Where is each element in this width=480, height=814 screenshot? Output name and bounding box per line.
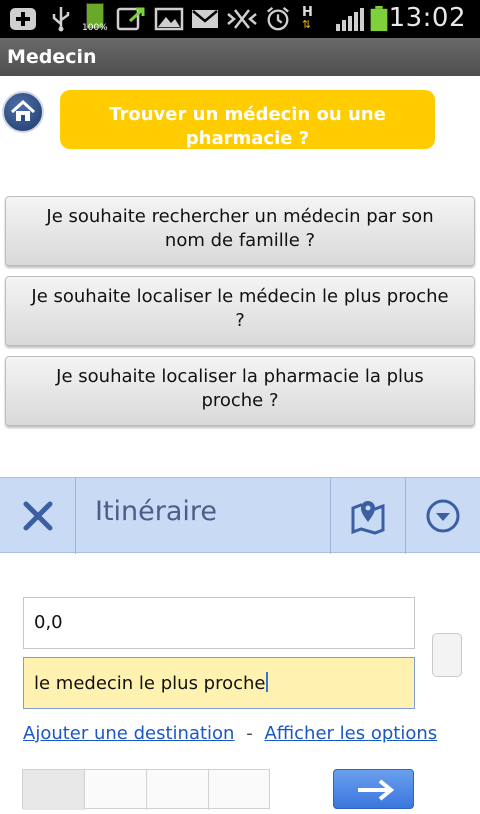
itinerary-bar: Itinéraire (0, 477, 480, 554)
origin-field[interactable]: 0,0 (23, 597, 415, 649)
travel-mode-walk[interactable] (147, 770, 209, 810)
links-separator: - (246, 723, 253, 744)
travel-mode-transit[interactable] (85, 770, 147, 810)
network-h-icon: H ⇅ (302, 6, 320, 32)
add-destination-link[interactable]: Ajouter une destination (23, 723, 234, 744)
travel-mode-bike[interactable] (209, 770, 271, 810)
map-pin-icon (351, 501, 385, 535)
close-button[interactable] (0, 478, 75, 554)
find-doctor-button[interactable]: Trouver un médecin ou une pharmacie ? (60, 90, 435, 149)
itinerary-title: Itinéraire (95, 496, 218, 527)
alarm-icon (267, 6, 289, 31)
status-bar: 100% H ⇅ 13:02 (0, 0, 480, 38)
separator (75, 478, 76, 554)
destination-value: le medecin le plus proche (34, 673, 266, 694)
arrow-right-icon (358, 779, 395, 801)
itinerary-links: Ajouter une destination - Afficher les o… (23, 723, 437, 744)
home-icon (10, 99, 36, 121)
add-icon (10, 8, 36, 30)
clock: 13:02 (388, 3, 466, 33)
show-options-link[interactable]: Afficher les options (264, 723, 437, 744)
vibrate-icon (227, 9, 257, 29)
battery-full-icon: 100% (82, 3, 108, 33)
nearest-doctor-button[interactable]: Je souhaite localiser le médecin le plus… (5, 276, 475, 346)
swap-checkbox[interactable] (432, 633, 462, 677)
mail-icon (192, 10, 218, 28)
app-title: Medecin (7, 46, 97, 68)
app-title-bar: Medecin (0, 38, 480, 76)
usb-icon (52, 7, 70, 32)
text-cursor (265, 672, 268, 692)
destination-field[interactable]: le medecin le plus proche (23, 657, 415, 709)
origin-value: 0,0 (34, 612, 63, 633)
menu-button[interactable] (406, 478, 480, 554)
home-button[interactable] (2, 91, 44, 133)
chevron-down-icon (426, 499, 460, 533)
close-icon (23, 501, 53, 531)
map-button[interactable] (331, 478, 405, 554)
search-by-name-button[interactable]: Je souhaite rechercher un médecin par so… (5, 196, 475, 266)
battery-icon (370, 6, 388, 32)
travel-mode-selector (22, 769, 271, 810)
travel-mode-car[interactable] (23, 770, 85, 810)
battery-small-label: 100% (82, 23, 108, 33)
signal-icon (336, 8, 364, 31)
screenshot-icon (116, 7, 145, 31)
go-button[interactable] (333, 769, 414, 809)
image-icon (154, 7, 184, 31)
nearest-pharmacy-button[interactable]: Je souhaite localiser la pharmacie la pl… (5, 356, 475, 426)
